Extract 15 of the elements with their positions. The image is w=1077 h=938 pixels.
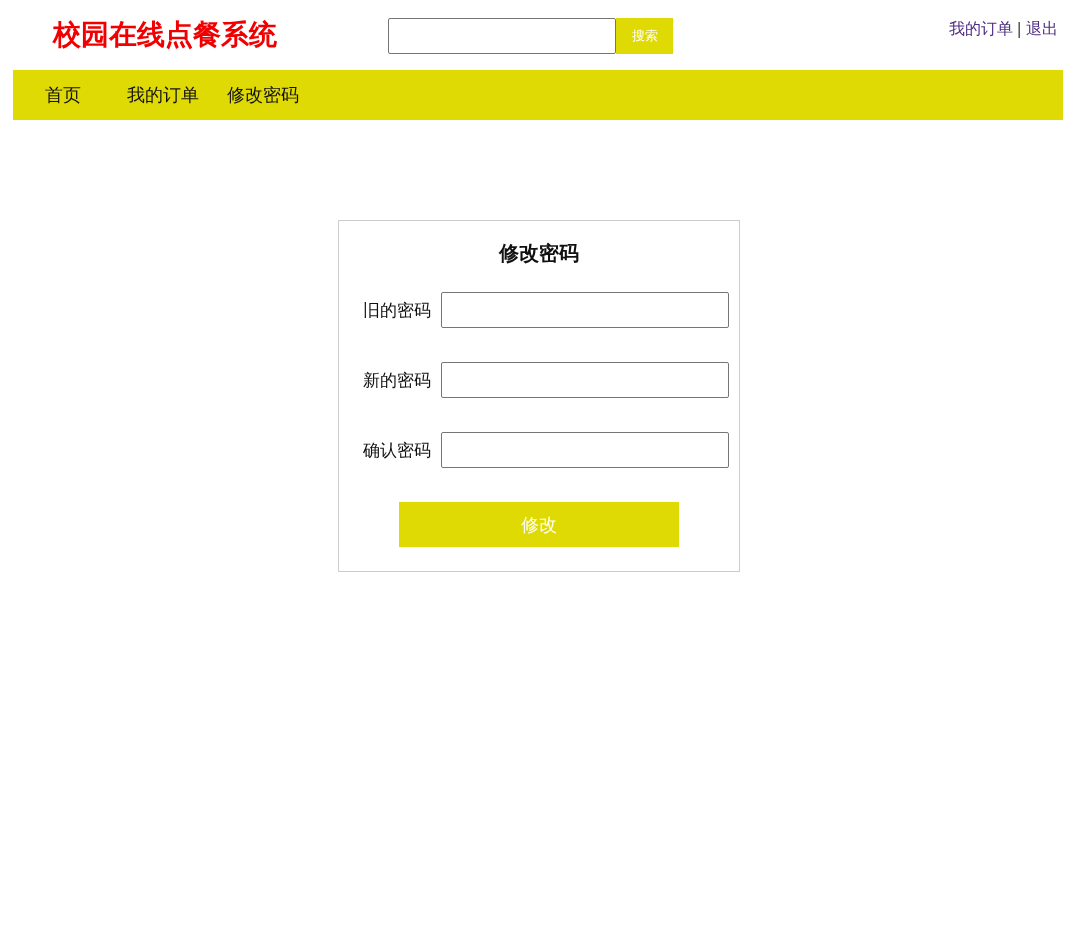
- user-link[interactable]: 退出: [1026, 19, 1058, 39]
- password-field[interactable]: [440, 362, 729, 398]
- site-title: 校园在线点餐系统: [53, 18, 278, 52]
- link-separator: |: [1016, 19, 1022, 39]
- user-link[interactable]: 我的订单: [948, 19, 1013, 39]
- nav-item[interactable]: 首页: [31, 83, 113, 107]
- field-label: 旧的密码: [362, 298, 431, 322]
- field-label: 新的密码: [362, 368, 431, 392]
- password-field[interactable]: [440, 292, 729, 328]
- card-title: 修改密码: [497, 241, 580, 265]
- nav-item[interactable]: 修改密码: [213, 83, 313, 107]
- field-label: 确认密码: [362, 438, 431, 462]
- search-field[interactable]: [388, 18, 616, 54]
- nav-item[interactable]: 我的订单: [113, 83, 213, 107]
- password-field[interactable]: [440, 432, 729, 468]
